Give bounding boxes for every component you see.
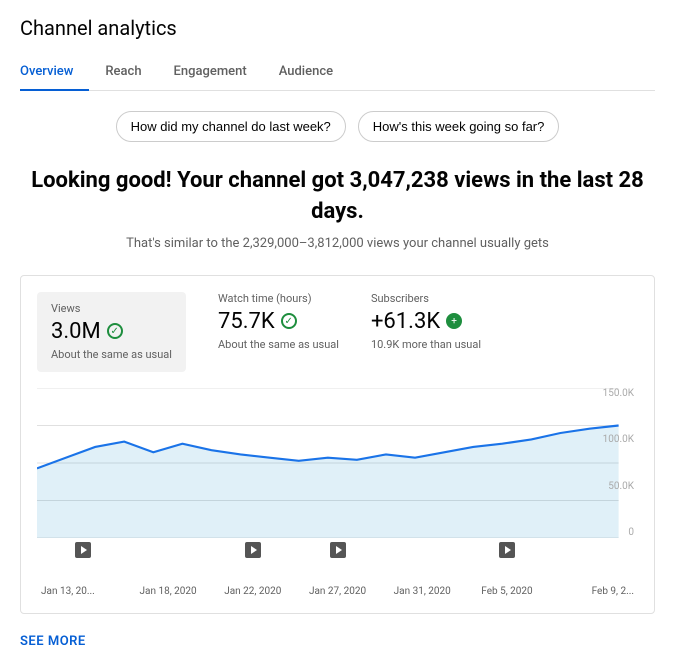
play-icon-2 — [245, 542, 261, 558]
x-label-7: Feb 9, 2... — [549, 586, 634, 597]
subheadline-text: That's similar to the 2,329,000–3,812,00… — [20, 236, 655, 251]
stat-subscribers-value: +61.3K — [371, 309, 440, 334]
page-title: Channel analytics — [20, 16, 655, 40]
headline-text: Looking good! Your channel got 3,047,238… — [20, 166, 655, 228]
stat-views-label: Views — [51, 302, 172, 315]
chart-marker-5 — [380, 542, 465, 558]
stat-subscribers-desc: 10.9K more than usual — [371, 338, 481, 352]
quick-filter-this-week[interactable]: How's this week going so far? — [358, 111, 560, 142]
quick-filters: How did my channel do last week? How's t… — [20, 111, 655, 142]
quick-filter-last-week[interactable]: How did my channel do last week? — [116, 111, 346, 142]
x-label-6: Feb 5, 2020 — [465, 586, 550, 597]
tab-engagement[interactable]: Engagement — [158, 56, 263, 91]
chart-svg — [37, 388, 638, 538]
stat-views-value: 3.0M — [51, 319, 101, 344]
headline-section: Looking good! Your channel got 3,047,238… — [20, 166, 655, 228]
chart-marker-1 — [41, 542, 126, 558]
play-icon-1 — [75, 542, 91, 558]
stats-chart-card: Views 3.0M ✓ About the same as usual Wat… — [20, 275, 655, 614]
chart-marker-6 — [465, 542, 550, 558]
stat-subscribers: Subscribers +61.3K + 10.9K more than usu… — [371, 292, 481, 372]
x-label-5: Jan 31, 2020 — [380, 586, 465, 597]
x-label-3: Jan 22, 2020 — [210, 586, 295, 597]
stat-watchtime: Watch time (hours) 75.7K ✓ About the sam… — [218, 292, 339, 372]
stat-subscribers-icon: + — [446, 313, 462, 329]
stat-watchtime-icon: ✓ — [281, 313, 297, 329]
chart-area: 150.0K 100.0K 50.0K 0 — [37, 388, 638, 538]
play-icon-4 — [499, 542, 515, 558]
chart-marker-3 — [210, 542, 295, 558]
tab-reach[interactable]: Reach — [89, 56, 157, 91]
x-label-2: Jan 18, 2020 — [126, 586, 211, 597]
tab-overview[interactable]: Overview — [20, 56, 89, 91]
stats-row: Views 3.0M ✓ About the same as usual Wat… — [37, 292, 638, 372]
chart-markers-row — [37, 538, 638, 558]
stat-views: Views 3.0M ✓ About the same as usual — [37, 292, 186, 372]
x-label-4: Jan 27, 2020 — [295, 586, 380, 597]
stat-views-desc: About the same as usual — [51, 348, 172, 362]
chart-marker-2 — [126, 542, 211, 558]
chart-marker-4 — [295, 542, 380, 558]
stat-subscribers-value-row: +61.3K + — [371, 309, 481, 334]
play-icon-3 — [330, 542, 346, 558]
chart-x-labels: Jan 13, 20... Jan 18, 2020 Jan 22, 2020 … — [37, 586, 638, 597]
page-container: Channel analytics Overview Reach Engagem… — [0, 0, 675, 665]
stat-watchtime-desc: About the same as usual — [218, 338, 339, 352]
stat-views-value-row: 3.0M ✓ — [51, 319, 172, 344]
stat-watchtime-value-row: 75.7K ✓ — [218, 309, 339, 334]
stat-watchtime-label: Watch time (hours) — [218, 292, 339, 305]
chart-marker-7 — [549, 542, 634, 558]
tab-audience[interactable]: Audience — [263, 56, 349, 91]
x-label-1: Jan 13, 20... — [41, 586, 126, 597]
tabs-bar: Overview Reach Engagement Audience — [20, 56, 655, 91]
stat-watchtime-value: 75.7K — [218, 309, 275, 334]
stat-subscribers-label: Subscribers — [371, 292, 481, 305]
stat-views-icon: ✓ — [107, 323, 123, 339]
see-more-link[interactable]: SEE MORE — [20, 634, 86, 649]
